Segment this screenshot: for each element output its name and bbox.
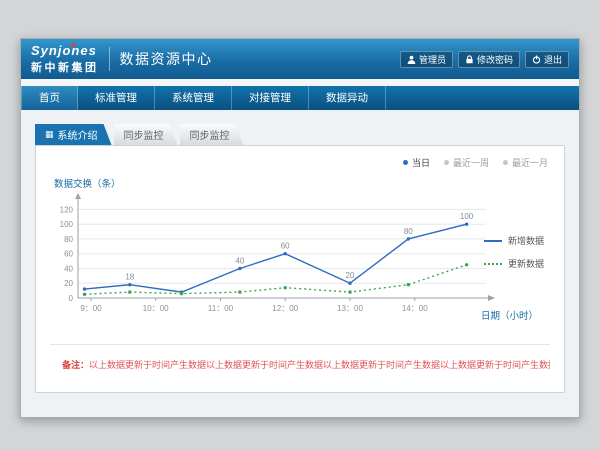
svg-text:14：00: 14：00 [402,304,428,313]
bullet-icon [503,160,508,165]
nav-item-home[interactable]: 首页 [21,86,78,110]
logout-button[interactable]: 退出 [525,51,569,68]
solid-line-swatch [484,240,502,242]
svg-text:13：00: 13：00 [337,304,363,313]
svg-text:100: 100 [460,212,474,221]
svg-text:100: 100 [60,220,74,229]
filter-today[interactable]: 当日 [403,156,430,169]
legend-item-new-data[interactable]: 新增数据 [484,234,544,247]
svg-text:60: 60 [281,242,290,251]
svg-text:60: 60 [64,250,73,259]
grid-icon: ▦ [45,130,54,139]
app-header: Synjones 新中新集团 数据资源中心 管理员 修改密码 [21,39,579,79]
logo-text: Synjones [31,44,99,58]
svg-text:0: 0 [69,294,74,303]
app-title: 数据资源中心 [120,49,213,69]
svg-text:20: 20 [64,279,73,288]
company-name: 新中新集团 [31,62,99,74]
chart-panel: 当日 最近一周 最近一月 数据交换（条） 0 20 40 60 80 100 120 9：00… [35,145,565,393]
legend-label: 更新数据 [508,257,544,270]
admin-label: 管理员 [419,53,446,66]
tab-label: 系统介绍 [58,127,98,142]
svg-text:40: 40 [64,265,73,274]
tab-label: 同步监控 [124,127,164,142]
range-filters: 当日 最近一周 最近一月 [403,156,548,169]
change-password-button[interactable]: 修改密码 [458,51,520,68]
dashed-line-swatch [484,263,502,265]
nav-item-standard-mgmt[interactable]: 标准管理 [78,86,155,110]
svg-text:120: 120 [60,205,74,214]
lock-icon [465,55,474,64]
line-chart: 0 20 40 60 80 100 120 9：00 10：00 11：00 12：00 13：00 1… [48,192,500,324]
brand: Synjones 新中新集团 数据资源中心 [31,39,213,79]
change-password-label: 修改密码 [477,53,513,66]
svg-text:40: 40 [235,257,244,266]
svg-text:80: 80 [64,235,73,244]
y-axis-title: 数据交换（条） [54,176,121,190]
filter-last-week[interactable]: 最近一周 [444,156,489,169]
footnote: 备注：以上数据更新于时间产生数据以上数据更新于时间产生数据以上数据更新于时间产生… [62,358,550,371]
tab-label: 同步监控 [190,127,230,142]
x-axis-title: 日期（小时） [481,308,538,322]
svg-text:12：00: 12：00 [272,304,298,313]
tab-sync-monitor-2[interactable]: 同步监控 [180,124,244,145]
filter-last-month[interactable]: 最近一月 [503,156,548,169]
tab-bar: ▦ 系统介绍 同步监控 同步监控 [35,124,565,145]
user-toolbar: 管理员 修改密码 退出 [395,51,569,68]
panel-divider [50,344,550,345]
brand-divider [109,47,110,71]
main-nav: 首页 标准管理 系统管理 对接管理 数据异动 [21,86,579,110]
chart-legend: 新增数据 更新数据 [484,234,544,280]
content-area: ▦ 系统介绍 同步监控 同步监控 当日 最近一周 最近一月 数据交换（条） 0 2… [21,110,579,417]
nav-item-system-mgmt[interactable]: 系统管理 [155,86,232,110]
svg-text:9：00: 9：00 [80,304,102,313]
footnote-label: 备注： [62,360,89,370]
filter-label: 当日 [412,156,430,169]
legend-item-update-data[interactable]: 更新数据 [484,257,544,270]
admin-button[interactable]: 管理员 [400,51,453,68]
bullet-icon [444,160,449,165]
nav-item-connect-mgmt[interactable]: 对接管理 [232,86,309,110]
nav-item-data-change[interactable]: 数据异动 [309,86,386,110]
filter-label: 最近一月 [512,156,548,169]
filter-label: 最近一周 [453,156,489,169]
svg-text:18: 18 [125,273,134,282]
tab-sync-monitor-1[interactable]: 同步监控 [114,124,178,145]
app-window: Synjones 新中新集团 数据资源中心 管理员 修改密码 [20,38,580,418]
tab-system-intro[interactable]: ▦ 系统介绍 [35,124,112,145]
svg-text:80: 80 [404,227,413,236]
synjones-logo: Synjones 新中新集团 [31,42,99,76]
svg-text:11：00: 11：00 [208,304,234,313]
logout-label: 退出 [544,53,562,66]
footnote-text: 以上数据更新于时间产生数据以上数据更新于时间产生数据以上数据更新于时间产生数据以… [89,360,550,370]
user-icon [407,55,416,64]
desktop-background: Synjones 新中新集团 数据资源中心 管理员 修改密码 [0,0,600,450]
power-icon [532,55,541,64]
svg-text:10：00: 10：00 [143,304,169,313]
header-gap [21,79,579,86]
legend-label: 新增数据 [508,234,544,247]
bullet-icon [403,160,408,165]
svg-text:20: 20 [346,271,355,280]
